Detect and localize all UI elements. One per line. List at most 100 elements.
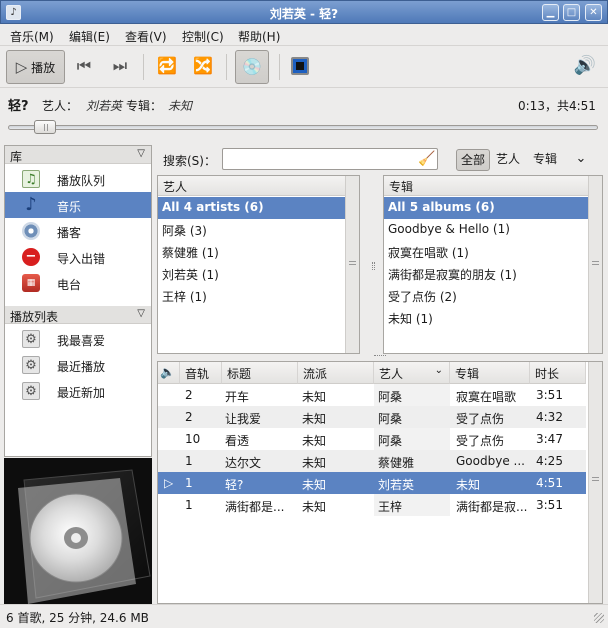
- menu-control[interactable]: 控制(C): [182, 28, 224, 45]
- artist-row-all[interactable]: All 4 artists (6): [158, 197, 345, 219]
- track-duration: 3:51: [536, 388, 563, 402]
- filter-album-button[interactable]: 专辑: [530, 149, 560, 171]
- chevron-down-icon[interactable]: ▽: [137, 308, 145, 319]
- sidebar-item-recently-added[interactable]: ⚙ 最近新加: [5, 378, 151, 404]
- radio-icon: ▦: [22, 274, 40, 292]
- track-genre: 未知: [302, 434, 327, 448]
- browse-toggle-button[interactable]: 💿: [235, 50, 269, 84]
- menu-edit[interactable]: 编辑(E): [69, 28, 110, 45]
- status-text: 6 首歌, 25 分钟, 24.6 MB: [6, 611, 149, 625]
- sidebar-item-import-errors[interactable]: − 导入出错: [5, 244, 151, 270]
- artist-row[interactable]: 刘若英 (1): [158, 263, 345, 285]
- artist-column-header[interactable]: 艺人: [158, 176, 345, 196]
- time-display: 0:13，共4:51: [518, 99, 596, 113]
- chevron-down-icon[interactable]: ▽: [137, 148, 145, 159]
- filter-more-chevron-down-icon[interactable]: ⌄: [572, 149, 590, 171]
- scroll-grip[interactable]: [592, 477, 599, 481]
- artist-row[interactable]: 蔡健雅 (1): [158, 241, 345, 263]
- minimize-button[interactable]: ▁: [542, 4, 559, 21]
- album-row[interactable]: Goodbye & Hello (1): [384, 219, 588, 241]
- menu-view[interactable]: 查看(V): [125, 28, 167, 45]
- table-row-playing[interactable]: ▷ 1 轻? 未知 刘若英 未知 4:51: [158, 472, 586, 494]
- sidebar-item-radio[interactable]: ▦ 电台: [5, 270, 151, 296]
- album-column-header[interactable]: 专辑: [450, 362, 530, 384]
- duration-column-header[interactable]: 时长: [530, 362, 586, 384]
- album-row[interactable]: 受了点伤 (2): [384, 285, 588, 307]
- artist-column-header[interactable]: 艺人 ⌄: [374, 362, 450, 384]
- album-row[interactable]: 满街都是寂寞的朋友 (1): [384, 263, 588, 285]
- play-button[interactable]: ▷ 播放: [6, 50, 65, 84]
- track-column-header[interactable]: 音轨: [180, 362, 222, 384]
- error-icon: −: [22, 248, 40, 266]
- track-album: 满街都是寂...: [456, 500, 528, 514]
- table-row[interactable]: 2 让我爱 未知 阿桑 受了点伤 4:32: [158, 406, 586, 428]
- search-label: 搜索(S)：: [163, 154, 216, 168]
- next-button[interactable]: ⏭: [106, 50, 134, 84]
- previous-button[interactable]: ⏮: [70, 50, 98, 84]
- title-column-header[interactable]: 标题: [222, 362, 298, 384]
- track-title: 看透: [225, 434, 250, 448]
- maximize-button[interactable]: □: [563, 4, 580, 21]
- track-number: 2: [185, 410, 193, 424]
- podcast-icon: [22, 222, 40, 240]
- visualizer-icon: [291, 57, 309, 75]
- sidebar-item-label: 最近播放: [57, 360, 106, 374]
- clear-search-icon[interactable]: 🧹: [418, 151, 435, 167]
- album-column-header[interactable]: 专辑: [384, 176, 588, 196]
- status-bar: 6 首歌, 25 分钟, 24.6 MB: [0, 604, 608, 628]
- track-number: 1: [185, 454, 193, 468]
- volume-button[interactable]: 🔊: [570, 50, 600, 84]
- sidebar-item-play-queue[interactable]: ♫ 播放队列: [5, 166, 151, 192]
- seek-slider[interactable]: [8, 125, 598, 130]
- sidebar-item-label: 播客: [57, 226, 82, 240]
- browser-pane-divider[interactable]: [372, 262, 375, 270]
- sidebar-item-music[interactable]: ♪ 音乐: [5, 192, 151, 218]
- playing-column-header[interactable]: 🔈: [158, 362, 180, 384]
- sidebar-item-podcast[interactable]: 播客: [5, 218, 151, 244]
- track-title: 轻?: [225, 478, 244, 492]
- menu-music[interactable]: 音乐(M): [10, 28, 54, 45]
- table-row[interactable]: 1 达尔文 未知 蔡健雅 Goodbye ... 4:25: [158, 450, 586, 472]
- album-scrollbar[interactable]: [588, 176, 602, 353]
- track-artist: 王梓: [378, 500, 403, 514]
- album-row-all[interactable]: All 5 albums (6): [384, 197, 588, 219]
- sidebar-item-favorites[interactable]: ⚙ 我最喜爱: [5, 326, 151, 352]
- repeat-button[interactable]: 🔁: [153, 50, 181, 84]
- sidebar-item-recently-played[interactable]: ⚙ 最近播放: [5, 352, 151, 378]
- filter-all-button[interactable]: 全部: [456, 149, 490, 171]
- window-title: 刘若英 - 轻?: [269, 7, 339, 21]
- table-row[interactable]: 10 看透 未知 阿桑 受了点伤 3:47: [158, 428, 586, 450]
- track-duration: 4:25: [536, 454, 563, 468]
- album-row[interactable]: 未知 (1): [384, 307, 588, 329]
- table-row[interactable]: 1 满街都是... 未知 王梓 满街都是寂... 3:51: [158, 494, 586, 516]
- sidebar-item-label: 音乐: [57, 200, 82, 214]
- track-genre: 未知: [302, 412, 327, 426]
- play-icon: ▷: [15, 58, 28, 76]
- track-genre: 未知: [302, 456, 327, 470]
- gear-icon: ⚙: [22, 356, 40, 374]
- genre-column-header[interactable]: 流派: [298, 362, 374, 384]
- track-scrollbar[interactable]: [588, 362, 602, 603]
- library-header[interactable]: 库 ▽: [5, 146, 151, 164]
- scroll-grip[interactable]: [349, 261, 356, 265]
- track-number: 2: [185, 388, 193, 402]
- visualizer-button[interactable]: [287, 50, 313, 84]
- artist-row[interactable]: 阿桑 (3): [158, 219, 345, 241]
- seek-slider-thumb[interactable]: [33, 120, 56, 134]
- filter-artist-button[interactable]: 艺人: [494, 149, 522, 171]
- resize-grip[interactable]: [594, 613, 604, 623]
- tracks-pane-divider[interactable]: [374, 355, 386, 358]
- search-input[interactable]: [222, 148, 438, 170]
- artist-row[interactable]: 王梓 (1): [158, 285, 345, 307]
- sidebar-item-label: 我最喜爱: [57, 334, 106, 348]
- title-bar[interactable]: ♪ 刘若英 - 轻? ▁ □ ✕: [0, 0, 608, 24]
- artist-scrollbar[interactable]: [345, 176, 359, 353]
- menu-help[interactable]: 帮助(H): [238, 28, 280, 45]
- scroll-grip[interactable]: [592, 261, 599, 265]
- playlists-header[interactable]: 播放列表 ▽: [5, 306, 151, 324]
- table-row[interactable]: 2 开车 未知 阿桑 寂寞在唱歌 3:51: [158, 384, 586, 406]
- close-button[interactable]: ✕: [585, 4, 602, 21]
- track-title: 达尔文: [225, 456, 262, 470]
- album-row[interactable]: 寂寞在唱歌 (1): [384, 241, 588, 263]
- shuffle-button[interactable]: 🔀: [189, 50, 217, 84]
